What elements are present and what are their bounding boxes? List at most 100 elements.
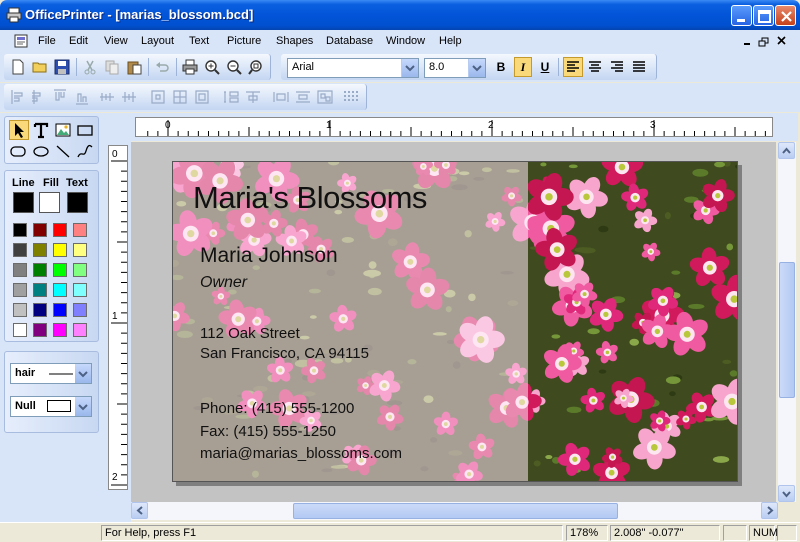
undo-icon[interactable] [154,59,170,75]
menu-text[interactable]: Text [189,35,209,47]
align-justify-icon[interactable] [630,58,648,76]
palette-swatch[interactable] [13,283,27,297]
title-bar[interactable]: OfficePrinter - [marias_blossom.bcd] [0,0,800,30]
menu-help[interactable]: Help [439,35,462,47]
chevron-down-icon[interactable] [401,59,418,77]
printer-app-icon[interactable] [6,7,22,23]
copy-icon[interactable] [104,59,120,75]
menu-edit[interactable]: Edit [69,35,88,47]
palette-swatch[interactable] [53,323,67,337]
zoom-out-icon[interactable] [226,59,242,75]
palette-swatch[interactable] [33,303,47,317]
menu-layout[interactable]: Layout [141,35,174,47]
save-icon[interactable] [54,59,70,75]
menu-picture[interactable]: Picture [227,35,261,47]
phone-number[interactable]: Phone: (415) 555-1200 [200,400,354,417]
minimize-button[interactable] [731,5,752,26]
text-tool-icon[interactable] [32,121,50,139]
palette-swatch[interactable] [13,303,27,317]
maximize-button[interactable] [753,5,774,26]
chevron-down-icon[interactable] [75,364,91,383]
cut-icon[interactable] [82,59,98,75]
line-color-well[interactable] [13,192,34,213]
palette-swatch[interactable] [53,223,67,237]
rectangle-tool-icon[interactable] [76,121,94,139]
rounded-rect-tool-icon[interactable] [9,142,27,160]
person-role[interactable]: Owner [200,274,247,292]
line-tool-icon[interactable] [54,142,72,160]
company-name[interactable]: Maria's Blossoms [193,180,427,216]
font-size-combo[interactable]: 8.0 [424,58,486,78]
menu-view[interactable]: View [104,35,128,47]
palette-swatch[interactable] [33,263,47,277]
paste-icon[interactable] [126,59,142,75]
vertical-scrollbar[interactable] [778,142,796,502]
fax-number[interactable]: Fax: (415) 555-1250 [200,423,336,440]
line-color-label: Line [12,177,35,189]
chevron-down-icon[interactable] [75,397,91,416]
close-button[interactable] [775,5,796,26]
align-left-button[interactable] [563,57,583,77]
scroll-right-button[interactable] [761,502,778,519]
palette-swatch[interactable] [33,283,47,297]
bold-button[interactable]: B [492,60,510,74]
line-style-combo[interactable]: hair [10,363,92,384]
document-icon[interactable] [12,33,30,50]
text-color-well[interactable] [67,192,88,213]
palette-swatch[interactable] [53,283,67,297]
new-document-icon[interactable] [10,59,26,75]
italic-button[interactable]: I [514,57,532,77]
arrange-tools-icons[interactable] [8,88,364,106]
zoom-fit-icon[interactable] [248,59,264,75]
vertical-scroll-thumb[interactable] [779,262,795,398]
business-card[interactable]: Maria's Blossoms Maria Johnson Owner 112… [172,161,738,482]
city-address[interactable]: San Francisco, CA 94115 [200,345,369,362]
menu-file[interactable]: File [38,35,56,47]
email-address[interactable]: maria@marias_blossoms.com [200,445,402,462]
fill-style-combo[interactable]: Null [10,396,92,417]
freehand-tool-icon[interactable] [76,142,94,160]
horizontal-scrollbar[interactable] [131,502,778,520]
street-address[interactable]: 112 Oak Street [200,325,300,342]
mdi-close-icon[interactable] [777,36,786,45]
palette-swatch[interactable] [73,263,87,277]
chevron-down-icon[interactable] [468,59,485,77]
scroll-down-button[interactable] [778,485,795,502]
palette-swatch[interactable] [33,323,47,337]
menu-window[interactable]: Window [386,35,425,47]
palette-swatch[interactable] [53,303,67,317]
palette-swatch[interactable] [53,263,67,277]
palette-swatch[interactable] [73,223,87,237]
font-name-combo[interactable]: Arial [287,58,419,78]
arrow-pointer-icon [15,123,24,138]
open-folder-icon[interactable] [32,59,48,75]
zoom-in-icon[interactable] [204,59,220,75]
mdi-minimize-icon[interactable] [744,43,750,45]
mdi-restore-icon[interactable] [758,37,769,47]
ellipse-tool-icon[interactable] [32,142,50,160]
palette-swatch[interactable] [33,223,47,237]
palette-swatch[interactable] [73,243,87,257]
person-name[interactable]: Maria Johnson [200,244,338,268]
palette-swatch[interactable] [13,323,27,337]
pointer-tool[interactable] [9,120,29,140]
print-icon[interactable] [182,59,198,75]
align-center-icon[interactable] [586,58,604,76]
underline-button[interactable]: U [536,60,554,74]
menu-shapes[interactable]: Shapes [276,35,313,47]
palette-swatch[interactable] [53,243,67,257]
palette-swatch[interactable] [13,263,27,277]
palette-swatch[interactable] [73,323,87,337]
align-right-icon[interactable] [608,58,626,76]
horizontal-scroll-thumb[interactable] [293,503,618,519]
palette-swatch[interactable] [13,223,27,237]
fill-color-well[interactable] [39,192,60,213]
scroll-up-button[interactable] [778,142,795,159]
scroll-left-button[interactable] [131,502,148,519]
palette-swatch[interactable] [73,303,87,317]
picture-tool-icon[interactable] [54,121,72,139]
palette-swatch[interactable] [13,243,27,257]
palette-swatch[interactable] [33,243,47,257]
menu-database[interactable]: Database [326,35,373,47]
palette-swatch[interactable] [73,283,87,297]
